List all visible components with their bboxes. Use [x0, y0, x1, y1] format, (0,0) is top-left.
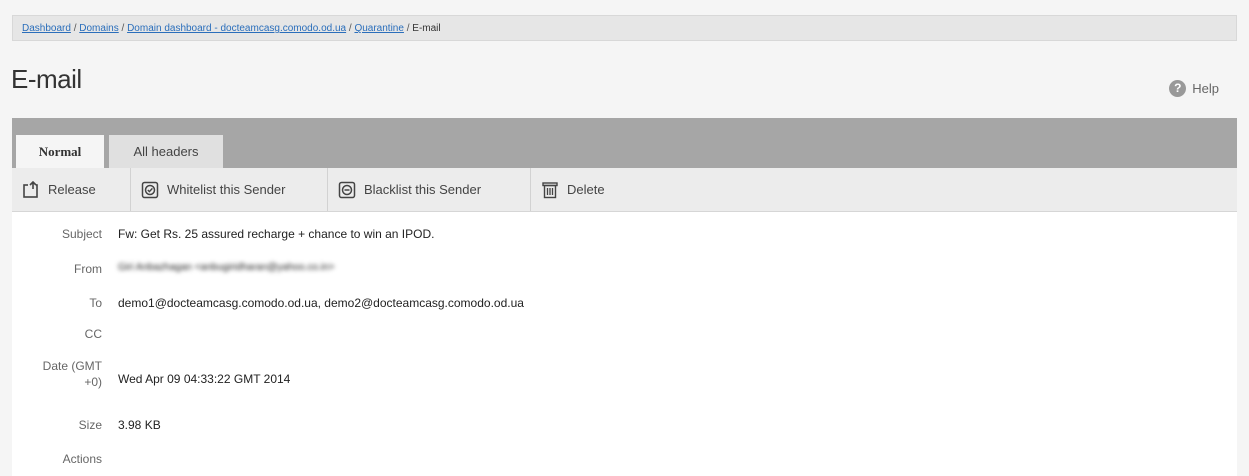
- to-label: To: [89, 296, 102, 310]
- date-label-line2: +0): [84, 375, 102, 389]
- trash-icon: [541, 181, 559, 199]
- help-icon: ?: [1169, 80, 1187, 97]
- whitelist-label: Whitelist this Sender: [167, 182, 286, 197]
- blacklist-sender-button[interactable]: Blacklist this Sender: [328, 168, 531, 211]
- release-button[interactable]: Release: [12, 168, 131, 211]
- date-label: Date (GMT +0): [2, 358, 102, 390]
- breadcrumb-current: E-mail: [412, 23, 441, 34]
- page-title: E-mail: [11, 64, 82, 94]
- tab-bar: Normal All headers: [12, 118, 1237, 168]
- toolbar: Release Whitelist this Sender Blacklist …: [12, 168, 1237, 212]
- breadcrumb-separator: /: [121, 23, 125, 34]
- actions-label: Actions: [62, 452, 102, 466]
- to-value: demo1@docteamcasg.comodo.od.ua, demo2@do…: [118, 296, 524, 310]
- from-label: From: [74, 262, 102, 276]
- date-value: Wed Apr 09 04:33:22 GMT 2014: [118, 372, 291, 386]
- subject-value: Fw: Get Rs. 25 assured recharge + chance…: [118, 227, 435, 241]
- breadcrumb-dashboard[interactable]: Dashboard: [22, 23, 71, 34]
- page-frame: Dashboard / Domains / Domain dashboard -…: [0, 0, 1249, 476]
- date-label-line1: Date (GMT: [42, 359, 102, 373]
- release-label: Release: [48, 182, 96, 197]
- blacklist-label: Blacklist this Sender: [364, 182, 482, 197]
- delete-button[interactable]: Delete: [531, 168, 631, 211]
- breadcrumb: Dashboard / Domains / Domain dashboard -…: [12, 15, 1237, 41]
- whitelist-sender-button[interactable]: Whitelist this Sender: [131, 168, 328, 211]
- help-label: Help: [1192, 81, 1219, 96]
- email-details: Subject Fw: Get Rs. 25 assured recharge …: [12, 212, 1237, 476]
- from-value: Giri Anbazhagan <anbugiridharan@yahoo.co…: [118, 262, 335, 273]
- whitelist-icon: [141, 181, 159, 199]
- subject-label: Subject: [61, 227, 102, 241]
- size-label: Size: [78, 418, 102, 432]
- tab-normal[interactable]: Normal: [16, 135, 104, 168]
- breadcrumb-quarantine[interactable]: Quarantine: [354, 23, 403, 34]
- breadcrumb-domains[interactable]: Domains: [79, 23, 118, 34]
- help-link[interactable]: ? Help: [1169, 80, 1219, 97]
- breadcrumb-separator: /: [73, 23, 77, 34]
- breadcrumb-separator: /: [406, 23, 410, 34]
- cc-label: CC: [84, 327, 102, 341]
- breadcrumb-separator: /: [348, 23, 352, 34]
- size-value: 3.98 KB: [118, 418, 161, 432]
- blacklist-icon: [338, 181, 356, 199]
- breadcrumb-domain-dashboard[interactable]: Domain dashboard - docteamcasg.comodo.od…: [127, 23, 346, 34]
- release-icon: [22, 180, 40, 199]
- tab-all-headers[interactable]: All headers: [109, 135, 223, 168]
- delete-label: Delete: [567, 182, 605, 197]
